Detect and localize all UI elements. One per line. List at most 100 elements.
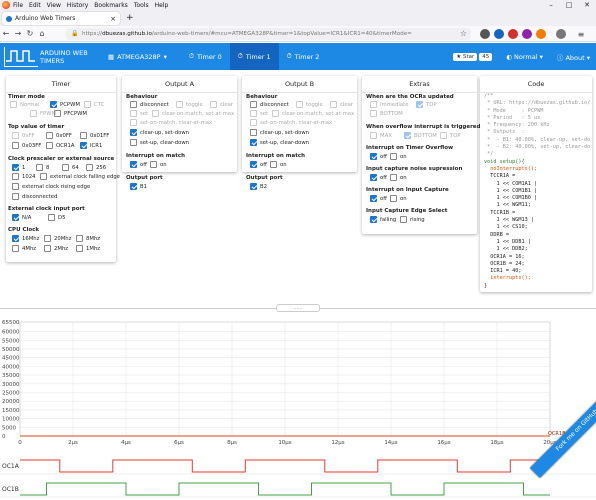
option-checkbox[interactable]: set — [130, 110, 148, 117]
option-checkbox[interactable]: D5 — [48, 214, 65, 221]
checkbox-icon[interactable] — [250, 101, 257, 108]
checkbox-icon[interactable] — [12, 142, 19, 149]
menu-bookmarks[interactable]: Bookmarks — [94, 2, 128, 9]
checkbox-icon[interactable] — [48, 214, 55, 221]
option-checkbox[interactable]: set-up, clear-down — [130, 139, 189, 146]
checkbox-checked-icon[interactable] — [80, 142, 87, 149]
tab-timer-2[interactable]: ⏱ Timer 2 — [279, 43, 328, 70]
option-checkbox[interactable]: immediate — [370, 101, 408, 108]
option-checkbox[interactable]: toggle — [176, 101, 203, 108]
menu-file[interactable]: File — [13, 2, 23, 9]
account-icon[interactable] — [556, 29, 566, 39]
option-checkbox[interactable]: BOTTOM — [404, 132, 437, 139]
forward-icon[interactable]: → — [12, 29, 24, 38]
checkbox-icon[interactable] — [12, 132, 19, 139]
checkbox-checked-icon[interactable] — [370, 174, 377, 181]
checkbox-icon[interactable] — [390, 195, 397, 202]
checkbox-checked-icon[interactable] — [250, 139, 257, 146]
option-checkbox[interactable]: off — [370, 195, 387, 202]
option-checkbox[interactable]: set-up, clear-down — [250, 139, 309, 146]
option-checkbox[interactable]: off — [130, 161, 147, 168]
option-checkbox[interactable]: external clock rising edge — [12, 183, 90, 190]
checkbox-icon[interactable] — [370, 110, 377, 117]
option-checkbox[interactable]: 64 — [62, 164, 79, 171]
checkbox-icon[interactable] — [250, 129, 257, 136]
checkbox-icon[interactable] — [44, 235, 51, 242]
checkbox-icon[interactable] — [40, 173, 47, 180]
option-checkbox[interactable]: off — [370, 153, 387, 160]
url-field[interactable]: 🔒 https://dbuezas.github.io/arduino-web-… — [66, 28, 471, 40]
checkbox-checked-icon[interactable] — [12, 164, 19, 171]
checkbox-icon[interactable] — [176, 101, 183, 108]
checkbox-checked-icon[interactable] — [404, 132, 411, 139]
option-checkbox[interactable]: 0x03FF — [12, 142, 41, 149]
checkbox-icon[interactable] — [130, 101, 137, 108]
option-checkbox[interactable]: N/A — [12, 214, 31, 221]
checkbox-checked-icon[interactable] — [12, 214, 19, 221]
home-icon[interactable]: ⌂ — [36, 29, 48, 38]
option-checkbox[interactable]: 4Mhz — [12, 245, 36, 252]
option-checkbox[interactable]: falling — [370, 216, 396, 223]
option-checkbox[interactable]: set — [250, 110, 268, 117]
checkbox-icon[interactable] — [250, 119, 257, 126]
checkbox-icon[interactable] — [62, 164, 69, 171]
mcu-select[interactable]: ▦ ATMEGA328P ▾ — [108, 53, 167, 61]
option-checkbox[interactable]: off — [250, 161, 267, 168]
checkbox-icon[interactable] — [130, 110, 137, 117]
option-checkbox[interactable]: set-on-match, clear-at-max — [250, 119, 332, 126]
checkbox-icon[interactable] — [152, 110, 159, 117]
option-checkbox[interactable]: B2 — [250, 183, 267, 190]
option-checkbox[interactable]: OCR1A — [46, 142, 75, 149]
minimize-button[interactable]: – — [542, 0, 560, 10]
option-checkbox[interactable]: CTC — [84, 101, 104, 108]
option-checkbox[interactable]: rising — [400, 216, 425, 223]
checkbox-checked-icon[interactable] — [370, 216, 377, 223]
checkbox-icon[interactable] — [76, 235, 83, 242]
browser-tab[interactable]: Arduino Web Timers × — [2, 12, 120, 25]
checkbox-checked-icon[interactable] — [416, 101, 423, 108]
tab-close-icon[interactable]: × — [110, 15, 116, 23]
checkbox-checked-icon[interactable] — [130, 161, 137, 168]
code-block[interactable]: /** * URL: https://dbuezas.github.io/ * … — [484, 93, 590, 290]
option-checkbox[interactable]: 1024 — [12, 173, 35, 180]
menu-history[interactable]: History — [67, 2, 88, 9]
option-checkbox[interactable]: on — [390, 174, 407, 181]
checkbox-icon[interactable] — [10, 101, 17, 108]
option-checkbox[interactable]: on — [270, 161, 287, 168]
checkbox-checked-icon[interactable] — [12, 235, 19, 242]
option-checkbox[interactable]: 1Mhz — [76, 245, 100, 252]
option-checkbox[interactable]: off — [370, 174, 387, 181]
tab-timer-1[interactable]: ⏱ Timer 1 — [229, 43, 279, 70]
checkbox-icon[interactable] — [390, 153, 397, 160]
checkbox-checked-icon[interactable] — [250, 161, 257, 168]
checkbox-icon[interactable] — [390, 174, 397, 181]
option-checkbox[interactable]: 256 — [86, 164, 106, 171]
checkbox-icon[interactable] — [46, 132, 53, 139]
checkbox-icon[interactable] — [84, 101, 91, 108]
option-checkbox[interactable]: Normal — [10, 101, 39, 108]
checkbox-icon[interactable] — [30, 110, 37, 117]
option-checkbox[interactable]: set-on-match, clear-at-max — [130, 119, 212, 126]
checkbox-checked-icon[interactable] — [250, 183, 257, 190]
option-checkbox[interactable]: disconnected — [12, 193, 57, 200]
option-checkbox[interactable]: clear — [330, 101, 353, 108]
option-checkbox[interactable]: disconnect — [250, 101, 289, 108]
tab-timer-0[interactable]: ⏱ Timer 0 — [181, 43, 230, 70]
theme-select[interactable]: ◐ Normal ▾ — [506, 53, 543, 61]
checkbox-checked-icon[interactable] — [370, 195, 377, 202]
checkbox-icon[interactable] — [370, 132, 377, 139]
back-icon[interactable]: ← — [0, 29, 12, 38]
checkbox-icon[interactable] — [296, 101, 303, 108]
option-checkbox[interactable]: BOTTOM — [370, 110, 403, 117]
option-checkbox[interactable]: 20Mhz — [44, 235, 71, 242]
maximize-button[interactable]: □ — [560, 0, 578, 10]
checkbox-icon[interactable] — [130, 139, 137, 146]
checkbox-icon[interactable] — [80, 132, 87, 139]
close-window-button[interactable]: ✕ — [578, 0, 596, 10]
checkbox-icon[interactable] — [130, 119, 137, 126]
checkbox-icon[interactable] — [150, 161, 157, 168]
resize-handle[interactable]: ...... — [276, 304, 320, 312]
checkbox-icon[interactable] — [400, 216, 407, 223]
option-checkbox[interactable]: FPWM — [30, 110, 56, 117]
pocket-icon[interactable] — [480, 29, 490, 39]
